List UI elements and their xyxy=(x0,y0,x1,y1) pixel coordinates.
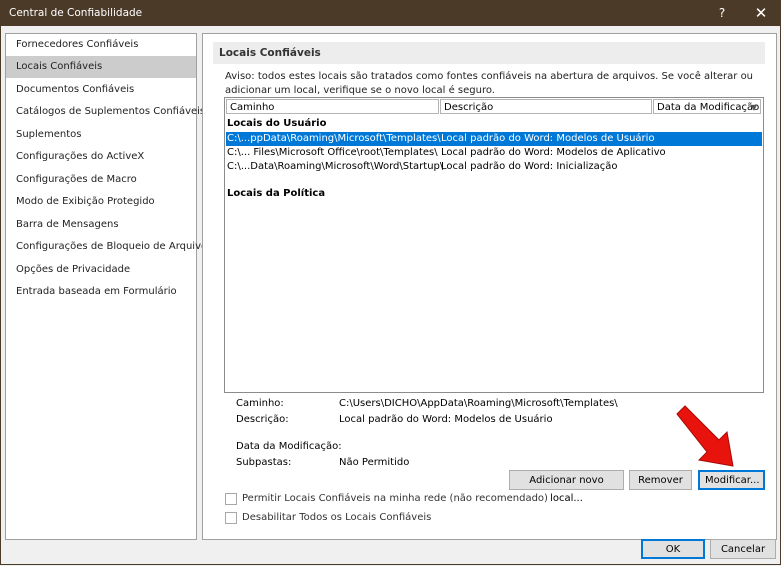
sidebar: Fornecedores Confiáveis Locais Confiávei… xyxy=(5,33,207,540)
close-button[interactable]: ✕ xyxy=(743,0,779,26)
title-bar: Central de Confiabilidade ? ✕ xyxy=(0,0,781,26)
checkbox-label: Desabilitar Todos os Locais Confiáveis xyxy=(242,512,432,523)
section-header: Locais Confiáveis xyxy=(213,42,765,64)
section-title: Locais Confiáveis xyxy=(219,47,321,59)
remove-button[interactable]: Remover xyxy=(629,470,692,490)
ok-button[interactable]: OK xyxy=(641,539,705,559)
add-location-button[interactable]: Adicionar novo local... xyxy=(509,470,624,504)
sidebar-item-form-based-signin[interactable]: Entrada baseada em Formulário xyxy=(6,281,196,303)
sidebar-item-addins[interactable]: Suplementos xyxy=(6,124,196,146)
table-row[interactable]: C:\...Data\Roaming\Microsoft\Word\Startu… xyxy=(226,160,762,174)
sidebar-item-trusted-publishers[interactable]: Fornecedores Confiáveis xyxy=(6,34,196,56)
row-description: Local padrão do Word: Modelos de Aplicat… xyxy=(441,147,666,158)
detail-subfolders-value: Não Permitido xyxy=(339,457,410,468)
chevron-down-icon: ▼ xyxy=(750,103,757,112)
sidebar-item-activex-settings[interactable]: Configurações do ActiveX xyxy=(6,146,196,168)
red-arrow-icon xyxy=(676,405,734,467)
warning-text: Aviso: todos estes locais são tratados c… xyxy=(225,71,754,96)
modify-button[interactable]: Modificar... xyxy=(698,470,765,490)
help-button[interactable]: ? xyxy=(704,0,740,26)
window-title: Central de Confiabilidade xyxy=(9,7,143,19)
column-header-date-label: Data da Modificação xyxy=(657,102,760,113)
table-row[interactable]: C:\...ppData\Roaming\Microsoft\Templates… xyxy=(226,132,762,146)
group-label-user: Locais do Usuário xyxy=(227,118,327,129)
row-description: Local padrão do Word: Modelos de Usuário xyxy=(441,133,655,144)
row-path: C:\...ppData\Roaming\Microsoft\Templates… xyxy=(227,133,441,144)
trusted-locations-list[interactable]: Caminho Descrição Data da Modificação ▼ … xyxy=(224,97,764,393)
checkbox-label: Permitir Locais Confiáveis na minha rede… xyxy=(242,493,548,504)
sidebar-item-trusted-locations[interactable]: Locais Confiáveis xyxy=(6,56,196,78)
sidebar-item-file-block-settings[interactable]: Configurações de Bloqueio de Arquivo xyxy=(6,236,207,258)
sidebar-item-trusted-addin-catalogs[interactable]: Catálogos de Suplementos Confiáveis xyxy=(6,101,205,123)
row-path: C:\...Data\Roaming\Microsoft\Word\Startu… xyxy=(227,161,444,172)
cancel-button[interactable]: Cancelar xyxy=(710,539,776,559)
sidebar-item-macro-settings[interactable]: Configurações de Macro xyxy=(6,169,196,191)
detail-description-label: Descrição: xyxy=(236,414,289,425)
detail-path-value: C:\Users\DICHO\AppData\Roaming\Microsoft… xyxy=(339,398,618,409)
detail-path-label: Caminho: xyxy=(236,398,284,409)
detail-subfolders-label: Subpastas: xyxy=(236,457,292,468)
column-header-path[interactable]: Caminho xyxy=(226,99,439,114)
column-header-description[interactable]: Descrição xyxy=(440,99,652,114)
sidebar-item-message-bar[interactable]: Barra de Mensagens xyxy=(6,214,196,236)
checkbox-box[interactable] xyxy=(225,512,237,524)
table-row[interactable]: C:\... Files\Microsoft Office\root\Templ… xyxy=(226,146,762,160)
column-header-date[interactable]: Data da Modificação ▼ xyxy=(653,99,761,114)
group-label-policy: Locais da Política xyxy=(227,188,326,199)
detail-description-value: Local padrão do Word: Modelos de Usuário xyxy=(339,414,553,425)
sidebar-item-privacy-options[interactable]: Opções de Privacidade xyxy=(6,259,196,281)
checkbox-box[interactable] xyxy=(225,493,237,505)
sidebar-item-protected-view[interactable]: Modo de Exibição Protegido xyxy=(6,191,196,213)
sidebar-item-trusted-documents[interactable]: Documentos Confiáveis xyxy=(6,79,196,101)
row-path: C:\... Files\Microsoft Office\root\Templ… xyxy=(227,147,438,158)
detail-date-label: Data da Modificação: xyxy=(236,441,342,452)
row-description: Local padrão do Word: Inicialização xyxy=(441,161,618,172)
